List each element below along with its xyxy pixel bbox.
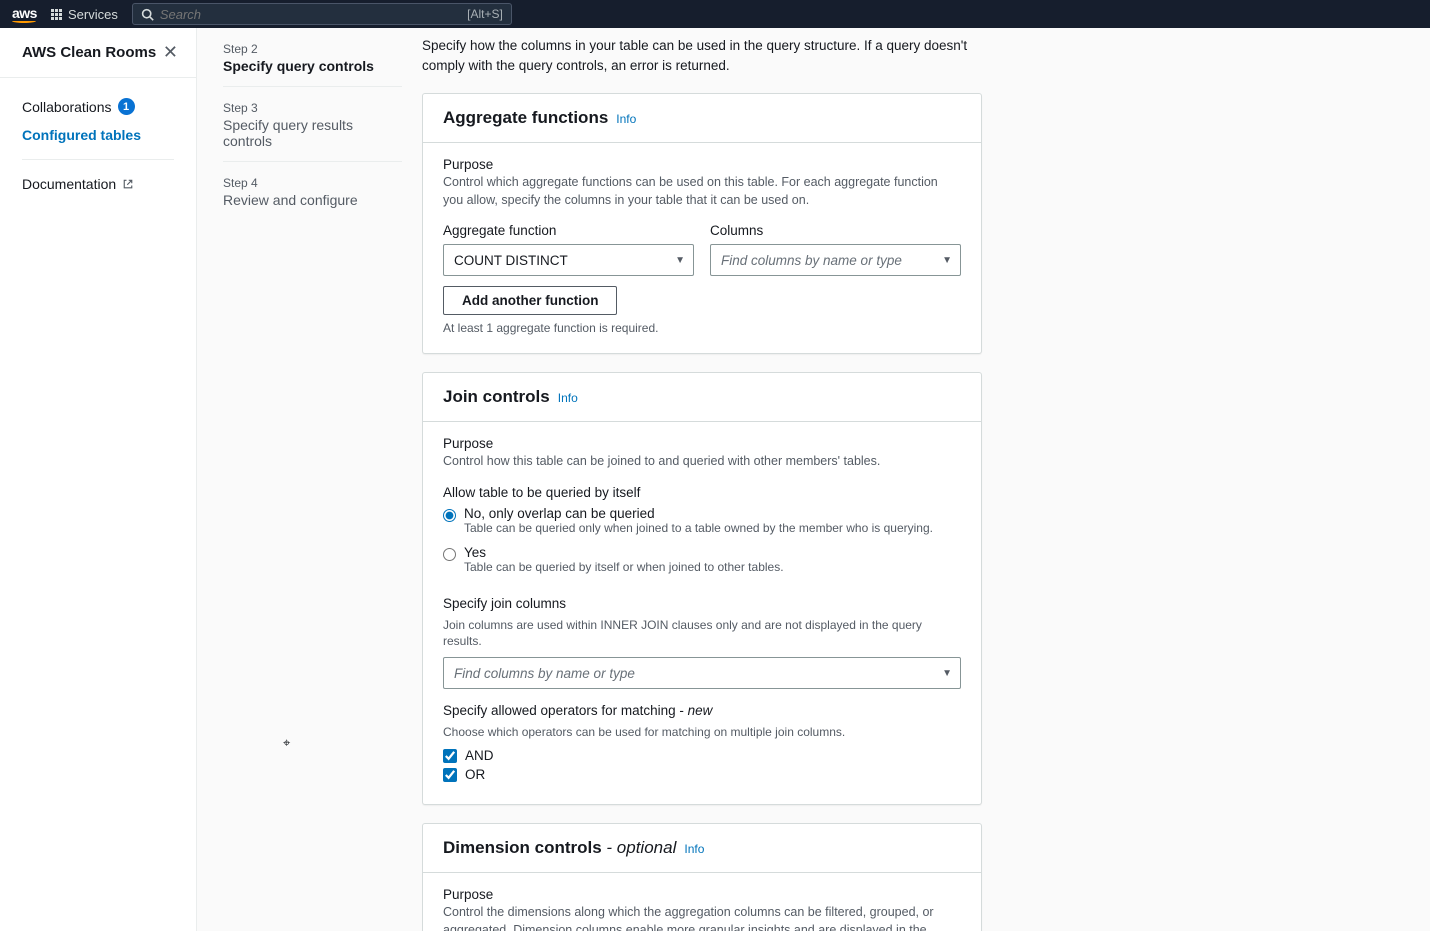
panel-title: Aggregate functions <box>443 108 608 128</box>
sidebar-item-configured-tables[interactable]: Configured tables <box>0 121 196 149</box>
sidebar-item-documentation[interactable]: Documentation <box>0 170 196 198</box>
panel-dimension-controls: Dimension controls - optional Info Purpo… <box>422 823 982 931</box>
step-3[interactable]: Step 3 Specify query results controls <box>223 87 402 162</box>
global-search[interactable]: [Alt+S] <box>132 3 512 25</box>
step-title: Review and configure <box>223 192 402 208</box>
checkbox-input[interactable] <box>443 749 457 763</box>
panel-title: Dimension controls - optional <box>443 838 676 858</box>
join-columns-select[interactable]: Find columns by name or type ▼ <box>443 657 961 689</box>
aws-logo[interactable]: aws <box>12 5 37 23</box>
step-number: Step 4 <box>223 176 402 190</box>
aggregate-hint: At least 1 aggregate function is require… <box>443 321 961 335</box>
info-link[interactable]: Info <box>558 391 578 405</box>
radio-label: Yes <box>464 545 784 560</box>
optional-tag: - optional <box>602 838 677 857</box>
join-columns-desc: Join columns are used within INNER JOIN … <box>443 617 961 649</box>
purpose-label: Purpose <box>443 157 961 172</box>
radio-input[interactable] <box>443 548 456 561</box>
checkbox-label: AND <box>465 748 494 763</box>
sidebar-header: AWS Clean Rooms ✕ <box>0 28 196 78</box>
step-number: Step 2 <box>223 42 402 56</box>
radio-yes[interactable]: Yes Table can be queried by itself or wh… <box>443 545 961 582</box>
chevron-down-icon: ▼ <box>942 255 952 266</box>
checkbox-label: OR <box>465 767 485 782</box>
info-link[interactable]: Info <box>684 842 704 856</box>
aws-logo-text: aws <box>12 5 37 21</box>
sidebar: AWS Clean Rooms ✕ Collaborations 1 Confi… <box>0 28 197 931</box>
panel-join-controls: Join controls Info Purpose Control how t… <box>422 372 982 805</box>
sidebar-title: AWS Clean Rooms <box>22 44 156 61</box>
aggregate-function-select[interactable]: COUNT DISTINCT ▼ <box>443 244 694 276</box>
aggregate-columns-select[interactable]: Find columns by name or type ▼ <box>710 244 961 276</box>
step-2[interactable]: Step 2 Specify query controls <box>223 28 402 87</box>
panel-title-text: Dimension controls <box>443 838 602 857</box>
panel-header: Join controls Info <box>423 373 981 422</box>
close-icon[interactable]: ✕ <box>163 42 178 63</box>
top-nav: aws Services [Alt+S] <box>0 0 1430 28</box>
services-button[interactable]: Services <box>51 7 118 22</box>
step-title: Specify query results controls <box>223 117 402 149</box>
add-another-function-button[interactable]: Add another function <box>443 286 617 315</box>
purpose-text: Control the dimensions along which the a… <box>443 904 961 931</box>
sidebar-item-label: Documentation <box>22 176 116 192</box>
divider <box>22 159 174 160</box>
chevron-down-icon: ▼ <box>942 668 952 679</box>
operators-desc: Choose which operators can be used for m… <box>443 724 961 740</box>
purpose-text: Control how this table can be joined to … <box>443 453 961 471</box>
join-columns-label: Specify join columns <box>443 596 961 611</box>
sidebar-nav: Collaborations 1 Configured tables Docum… <box>0 78 196 212</box>
panel-header: Dimension controls - optional Info <box>423 824 981 873</box>
radio-description: Table can be queried by itself or when j… <box>464 560 784 574</box>
external-link-icon <box>122 178 134 190</box>
panel-header: Aggregate functions Info <box>423 94 981 143</box>
step-4[interactable]: Step 4 Review and configure <box>223 162 402 220</box>
purpose-label: Purpose <box>443 887 961 902</box>
operators-label-text: Specify allowed operators for matching - <box>443 703 688 718</box>
sidebar-item-label: Collaborations <box>22 99 112 115</box>
columns-label: Columns <box>710 223 961 238</box>
checkbox-input[interactable] <box>443 768 457 782</box>
select-value: COUNT DISTINCT <box>454 253 568 268</box>
wizard-steps: Step 2 Specify query controls Step 3 Spe… <box>197 28 422 931</box>
select-placeholder: Find columns by name or type <box>721 253 902 268</box>
operators-label: Specify allowed operators for matching -… <box>443 703 961 718</box>
radio-no-overlap[interactable]: No, only overlap can be queried Table ca… <box>443 506 961 543</box>
badge: 1 <box>118 98 135 115</box>
checkbox-or[interactable]: OR <box>443 767 961 782</box>
sidebar-item-collaborations[interactable]: Collaborations 1 <box>0 92 196 121</box>
step-number: Step 3 <box>223 101 402 115</box>
purpose-label: Purpose <box>443 436 961 451</box>
search-icon <box>141 8 154 21</box>
radio-input[interactable] <box>443 509 456 522</box>
search-input[interactable] <box>160 7 461 22</box>
panel-aggregate-functions: Aggregate functions Info Purpose Control… <box>422 93 982 354</box>
intro-text: Specify how the columns in your table ca… <box>422 28 982 93</box>
checkbox-and[interactable]: AND <box>443 748 961 763</box>
services-label: Services <box>68 7 118 22</box>
info-link[interactable]: Info <box>616 112 636 126</box>
step-title: Specify query controls <box>223 58 402 74</box>
panel-title: Join controls <box>443 387 550 407</box>
sidebar-item-label: Configured tables <box>22 127 141 143</box>
radio-label: No, only overlap can be queried <box>464 506 933 521</box>
purpose-text: Control which aggregate functions can be… <box>443 174 961 209</box>
select-placeholder: Find columns by name or type <box>454 666 635 681</box>
chevron-down-icon: ▼ <box>675 255 685 266</box>
search-shortcut: [Alt+S] <box>467 7 503 21</box>
main-content: Specify how the columns in your table ca… <box>422 28 1430 931</box>
radio-description: Table can be queried only when joined to… <box>464 521 933 535</box>
allow-query-label: Allow table to be queried by itself <box>443 485 961 500</box>
aggregate-function-label: Aggregate function <box>443 223 694 238</box>
new-tag: new <box>688 703 713 718</box>
grid-icon <box>51 9 62 20</box>
